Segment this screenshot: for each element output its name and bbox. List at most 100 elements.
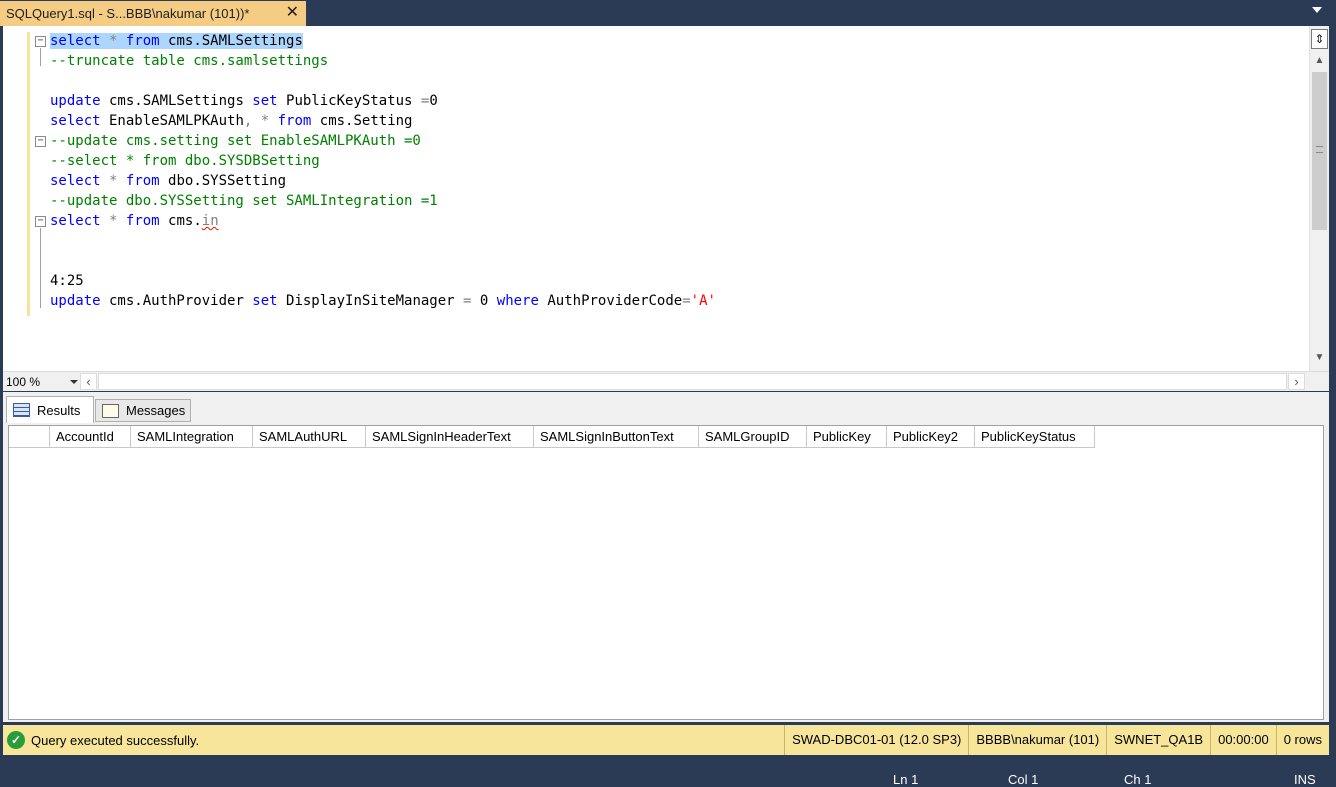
chevron-down-icon xyxy=(70,380,78,384)
column-header[interactable]: SAMLIntegration xyxy=(131,426,253,448)
code-line[interactable]: --select * from dbo.SYSDBSetting xyxy=(50,151,716,171)
split-icon[interactable]: ⇕ xyxy=(1311,29,1328,49)
code-line[interactable] xyxy=(50,71,716,91)
code-token: DisplayInSiteManager xyxy=(277,293,464,309)
code-token: from xyxy=(125,33,160,49)
code-line[interactable]: select * from dbo.SYSSetting xyxy=(50,171,716,191)
code-token: * xyxy=(260,113,270,129)
column-header[interactable]: AccountId xyxy=(50,426,131,448)
close-icon[interactable]: ✕ xyxy=(286,4,299,22)
code-token: in xyxy=(201,213,219,229)
code-text[interactable]: select * from cms.SAMLSettings --truncate… xyxy=(50,31,716,311)
code-token: cms.AuthProvider xyxy=(100,293,253,309)
code-token: PublicKeyStatus xyxy=(277,93,421,109)
code-token: where xyxy=(496,293,539,309)
zoom-bar: 100 % ‹ › xyxy=(3,371,1329,391)
code-line[interactable]: --update cms.setting set EnableSAMLPKAut… xyxy=(50,131,716,151)
code-token: update xyxy=(50,93,101,109)
scroll-up-icon[interactable]: ▲ xyxy=(1310,52,1329,70)
column-header[interactable]: PublicKey2 xyxy=(887,426,975,448)
status-message: Query executed successfully. xyxy=(31,732,200,748)
status-rows: 0 rows xyxy=(1275,725,1329,755)
column-header[interactable]: SAMLAuthURL xyxy=(253,426,366,448)
code-token: select xyxy=(50,213,101,229)
code-token: select xyxy=(50,113,101,129)
code-token: set xyxy=(252,293,278,309)
query-editor[interactable]: − − − select * from cms.SAMLSettings --tr… xyxy=(3,26,1329,371)
results-grid[interactable]: AccountId SAMLIntegration SAMLAuthURL SAMLS… xyxy=(8,425,1324,720)
code-line[interactable]: update cms.SAMLSettings set PublicKeySta… xyxy=(50,91,716,111)
success-check-icon: ✓ xyxy=(7,731,25,749)
scroll-right-icon[interactable]: › xyxy=(1288,373,1305,390)
code-token: select xyxy=(50,173,101,189)
code-token: 0 xyxy=(429,93,438,109)
code-token: update xyxy=(50,293,101,309)
code-token: dbo.SYSSetting xyxy=(159,173,287,189)
status-line: Ln 1 xyxy=(893,772,919,787)
code-token: cms.SAMLSettings xyxy=(159,33,303,49)
code-token: EnableSAMLPKAuth xyxy=(100,113,244,129)
tab-results[interactable]: Results xyxy=(6,396,94,423)
tab-messages[interactable]: Messages xyxy=(95,399,191,422)
code-line[interactable]: 4:25 xyxy=(50,271,716,291)
code-token: 4:25 xyxy=(50,273,84,289)
grip-icon xyxy=(1316,146,1323,153)
fold-line xyxy=(40,228,41,308)
status-server: SWAD-DBC01-01 (12.0 SP3) xyxy=(784,725,968,755)
scroll-down-icon[interactable]: ▼ xyxy=(1310,349,1329,367)
code-line[interactable]: --update dbo.SYSSetting set SAMLIntegrat… xyxy=(50,191,716,211)
code-line[interactable] xyxy=(50,251,716,271)
zoom-select[interactable]: 100 % xyxy=(6,374,78,390)
grid-header-row: AccountId SAMLIntegration SAMLAuthURL SAMLS… xyxy=(9,426,1095,448)
code-token: cms.SAMLSettings xyxy=(100,93,253,109)
code-token: 'A' xyxy=(690,293,716,309)
code-line[interactable]: select * from cms.in xyxy=(50,211,716,231)
code-token: select xyxy=(50,33,101,49)
row-header-corner[interactable] xyxy=(9,426,50,448)
scroll-thumb[interactable] xyxy=(1312,72,1327,230)
code-line[interactable]: select EnableSAMLPKAuth, * from cms.Sett… xyxy=(50,111,716,131)
code-token: set xyxy=(252,93,278,109)
code-line[interactable]: select * from cms.SAMLSettings xyxy=(50,31,716,51)
column-header[interactable]: SAMLSignInButtonText xyxy=(534,426,699,448)
code-line[interactable]: --truncate table cms.samlsettings xyxy=(50,51,716,71)
column-header[interactable]: SAMLGroupID xyxy=(699,426,807,448)
collapse-icon[interactable]: − xyxy=(35,136,46,147)
code-token: --update cms.setting set EnableSAMLPKAut… xyxy=(50,133,421,149)
status-insert-mode: INS xyxy=(1294,772,1316,787)
tab-dropdown-icon[interactable] xyxy=(1312,7,1322,13)
column-header[interactable]: PublicKey xyxy=(807,426,887,448)
column-header[interactable]: SAMLSignInHeaderText xyxy=(366,426,534,448)
code-token: 0 xyxy=(471,293,497,309)
status-column: Col 1 xyxy=(1008,772,1039,787)
collapse-icon[interactable]: − xyxy=(35,216,46,227)
collapse-icon[interactable]: − xyxy=(35,36,46,47)
horizontal-scrollbar[interactable] xyxy=(98,373,1287,390)
query-status-bar: ✓ Query executed successfully. SWAD-DBC0… xyxy=(3,725,1329,755)
status-char: Ch 1 xyxy=(1124,772,1152,787)
document-tab-strip: SQLQuery1.sql - S...BBB\nakumar (101))* … xyxy=(0,0,1336,26)
change-tracking-bar xyxy=(27,32,30,316)
vertical-scrollbar[interactable]: ⇕ ▲ ▼ xyxy=(1309,26,1329,371)
zoom-value: 100 % xyxy=(6,375,41,389)
status-user: BBBB\nakumar (101) xyxy=(968,725,1106,755)
status-database: SWNET_QA1B xyxy=(1106,725,1210,755)
ide-status-bar: Ln 1 Col 1 Ch 1 INS xyxy=(0,758,1336,787)
code-token: = xyxy=(682,293,691,309)
tab-sqlquery1[interactable]: SQLQuery1.sql - S...BBB\nakumar (101))* … xyxy=(0,1,306,26)
code-token: cms. xyxy=(159,213,202,229)
code-line[interactable] xyxy=(50,231,716,251)
column-header[interactable]: PublicKeyStatus xyxy=(975,426,1095,448)
status-elapsed: 00:00:00 xyxy=(1210,725,1276,755)
tab-messages-label: Messages xyxy=(126,403,186,418)
scroll-left-icon[interactable]: ‹ xyxy=(80,373,97,390)
code-token: --update dbo.SYSSetting set SAMLIntegrat… xyxy=(50,193,438,209)
grid-icon xyxy=(13,403,30,417)
code-token: from xyxy=(277,113,312,129)
code-token: cms.Setting xyxy=(311,113,413,129)
code-line[interactable]: update cms.AuthProvider set DisplayInSit… xyxy=(50,291,716,311)
